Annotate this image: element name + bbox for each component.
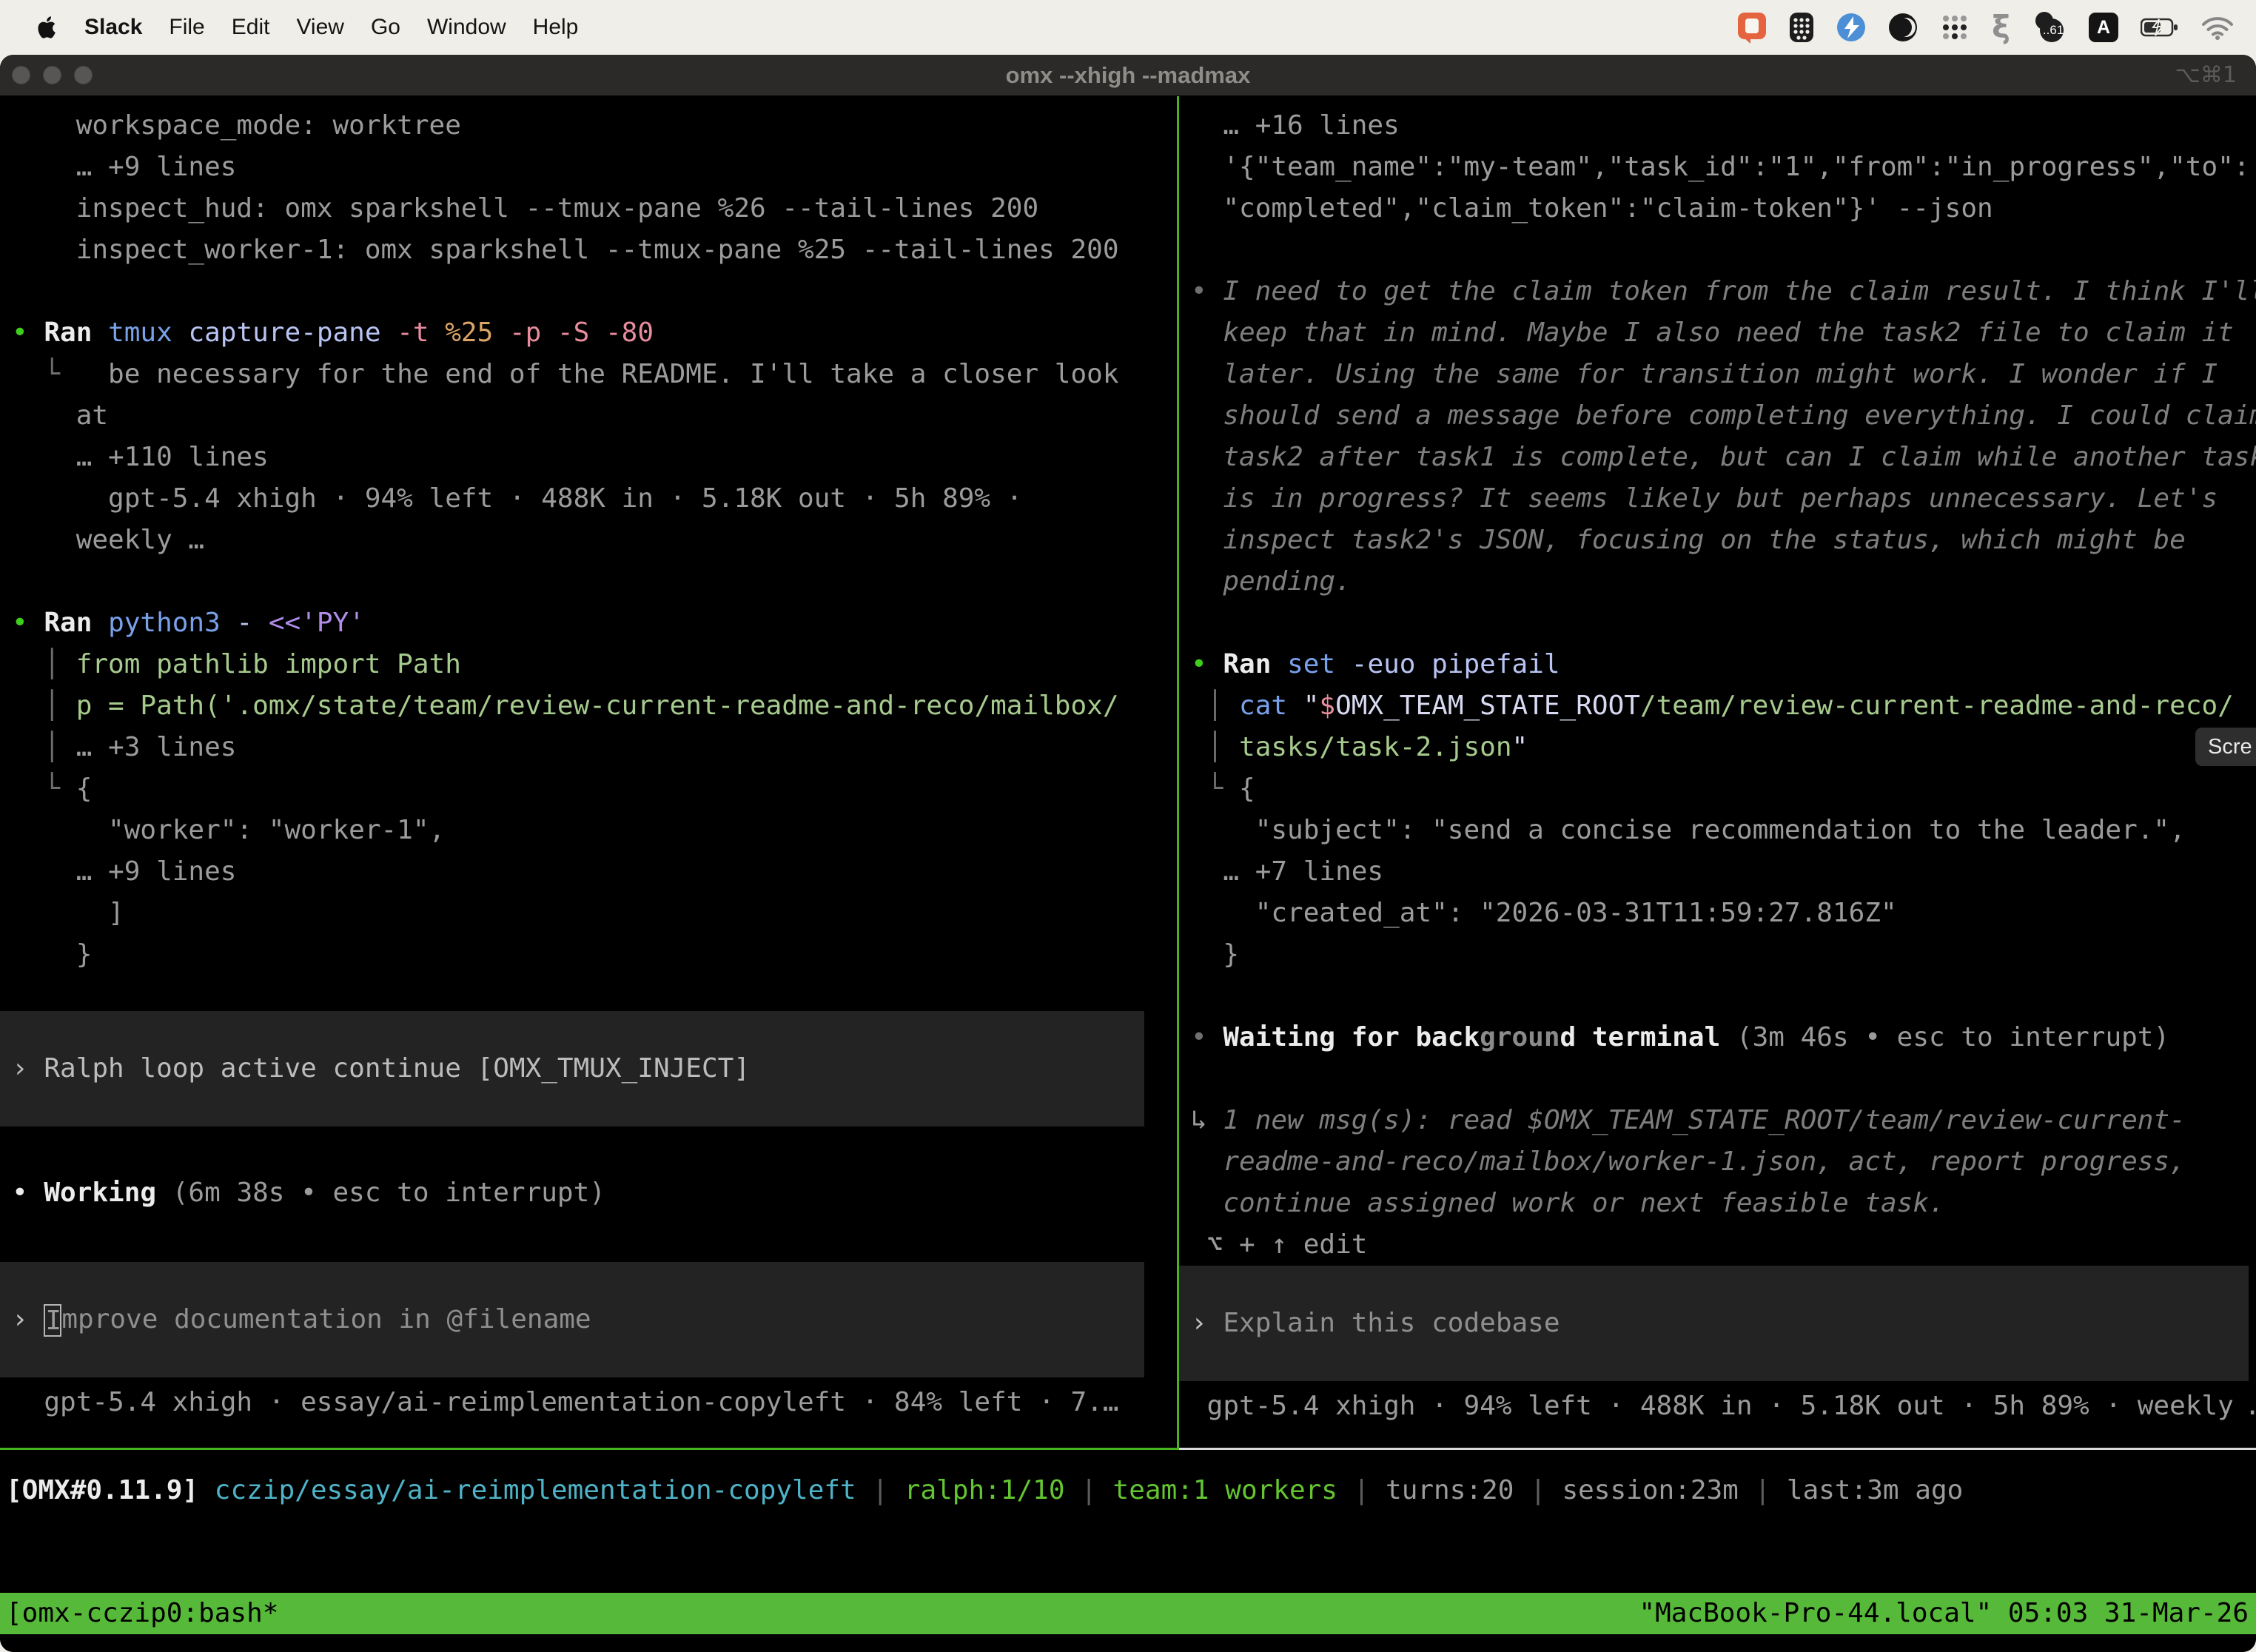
terminal-line: ]	[12, 893, 1177, 934]
tmux-host-time: "MacBook-Pro-44.local" 05:03 31-Mar-26	[1639, 1593, 2249, 1634]
omx-status-line: [OMX#0.11.9] cczip/essay/ai-reimplementa…	[0, 1470, 2256, 1511]
terminal-line: should send a message before completing …	[1191, 395, 2256, 437]
terminal-line: '{"team_name":"my-team","task_id":"1","f…	[1191, 147, 2256, 188]
terminal-line: inspect task2's JSON, focusing on the st…	[1191, 520, 2256, 561]
menu-item-view[interactable]: View	[296, 15, 343, 40]
app-menus: Slack File Edit View Go Window Help	[84, 15, 578, 40]
working-status-line: • Working (6m 38s • esc to interrupt)	[12, 1172, 1177, 1214]
left-pane-bottom-border	[0, 1448, 1177, 1450]
screen-tooltip: Scre	[2195, 728, 2256, 766]
ran-python-command-line: • Ran python3 - <<'PY'	[12, 602, 1177, 644]
window-title: omx --xhigh --madmax	[0, 62, 2256, 89]
terminal-line: pending.	[1191, 561, 2256, 602]
terminal-line: "worker": "worker-1",	[12, 810, 1177, 851]
tmux-status-bar: [omx-cczip0:bash* "MacBook-Pro-44.local"…	[0, 1593, 2256, 1634]
wifi-icon[interactable]	[2201, 15, 2234, 40]
terminal-line: │ tasks/task-2.json"	[1191, 727, 2256, 768]
terminal-line: │ from pathlib import Path	[12, 644, 1177, 685]
terminal-line: }	[1191, 934, 2256, 976]
terminal-line: │ cat "$OMX_TEAM_STATE_ROOT/team/review-…	[1191, 685, 2256, 727]
dragon-icon[interactable]: ξ	[1992, 12, 2010, 43]
terminal-line: later. Using the same for transition mig…	[1191, 354, 2256, 395]
right-pane-bottom-border	[1179, 1448, 2256, 1450]
thinking-text: • I need to get the claim token from the…	[1191, 271, 2256, 312]
terminal-line: readme-and-reco/mailbox/worker-1.json, a…	[1191, 1141, 2256, 1183]
terminal-line	[1191, 602, 2256, 644]
right-terminal-pane: … +16 lines '{"team_name":"my-team","tas…	[1179, 96, 2256, 1448]
waiting-status-line: • Waiting for background terminal (3m 46…	[1191, 1017, 2256, 1058]
terminal-line: "completed","claim_token":"claim-token"}…	[1191, 188, 2256, 229]
terminal-line: weekly …	[12, 520, 1177, 561]
moon-circle-icon[interactable]	[1888, 13, 1918, 42]
terminal-line: }	[12, 934, 1177, 976]
terminal-line: … +16 lines	[1191, 105, 2256, 147]
window-title-bar[interactable]: omx --xhigh --madmax ⌥⌘1	[0, 55, 2256, 96]
menu-bar: Slack File Edit View Go Window Help ξ ..61 A	[0, 0, 2256, 55]
dots-grid-icon[interactable]	[1940, 13, 1970, 42]
menu-item-go[interactable]: Go	[371, 15, 400, 40]
menu-bar-status-icons: ξ ..61 A	[1737, 10, 2234, 44]
terminal-line	[12, 561, 1177, 602]
input-source-icon[interactable]: A	[2089, 13, 2118, 42]
menu-item-help[interactable]: Help	[533, 15, 579, 40]
terminal-line	[1191, 976, 2256, 1017]
screen-recording-icon[interactable]	[1737, 10, 1767, 44]
terminal-line: continue assigned work or next feasible …	[1191, 1183, 2256, 1224]
terminal-line: … +9 lines	[12, 147, 1177, 188]
tmux-window-tab[interactable]: [omx-cczip0:bash*	[6, 1593, 278, 1634]
ran-tmux-command-line: • Ran tmux capture-pane -t %25 -p -S -80	[12, 312, 1177, 354]
terminal-line: inspect_hud: omx sparkshell --tmux-pane …	[12, 188, 1177, 229]
terminal-line	[1191, 1058, 2256, 1100]
menu-item-file[interactable]: File	[169, 15, 204, 40]
ralph-loop-message: › Ralph loop active continue [OMX_TMUX_I…	[12, 1048, 1144, 1089]
window-shortcut-hint: ⌥⌘1	[2175, 62, 2237, 88]
terminal-line	[12, 271, 1177, 312]
terminal-window: omx --xhigh --madmax ⌥⌘1 workspace_mode:…	[0, 55, 2256, 1652]
battery-icon[interactable]	[2141, 18, 2179, 37]
ran-set-command-line: • Ran set -euo pipefail	[1191, 644, 2256, 685]
menu-item-window[interactable]: Window	[427, 15, 506, 40]
terminal-line: … +7 lines	[1191, 851, 2256, 893]
terminal-line: … +9 lines	[12, 851, 1177, 893]
keypad-shield-icon[interactable]	[1789, 12, 1814, 43]
terminal-line: gpt-5.4 xhigh · 94% left · 488K in · 5.1…	[12, 478, 1177, 520]
terminal-line: │ … +3 lines	[12, 727, 1177, 768]
terminal-line: "subject": "send a concise recommendatio…	[1191, 810, 2256, 851]
apple-menu-icon[interactable]	[37, 16, 56, 38]
prompt-input-right[interactable]: › Explain this codebase	[1191, 1303, 2249, 1344]
prompt-input-left[interactable]: › Improve documentation in @filename	[12, 1299, 1144, 1340]
left-terminal-pane: workspace_mode: worktree … +9 lines insp…	[0, 96, 1177, 1448]
terminal-content: workspace_mode: worktree … +9 lines insp…	[0, 96, 2256, 1652]
input-source-icon-label: A	[2097, 17, 2110, 38]
menu-item-edit[interactable]: Edit	[232, 15, 270, 40]
terminal-line: "created_at": "2026-03-31T11:59:27.816Z"	[1191, 893, 2256, 934]
terminal-line: workspace_mode: worktree	[12, 105, 1177, 147]
menu-item-slack[interactable]: Slack	[84, 15, 142, 40]
terminal-line: inspect_worker-1: omx sparkshell --tmux-…	[12, 229, 1177, 271]
model-status-line-right: gpt-5.4 xhigh · 94% left · 488K in · 5.1…	[1191, 1386, 2256, 1427]
terminal-line: │ p = Path('.omx/state/team/review-curre…	[12, 685, 1177, 727]
badge-61-icon-label: ..61	[2043, 23, 2064, 38]
terminal-line: └ be necessary for the end of the README…	[12, 354, 1177, 395]
terminal-line: └ {	[12, 768, 1177, 810]
terminal-line: at	[12, 395, 1177, 437]
terminal-line: ↳ 1 new msg(s): read $OMX_TEAM_STATE_ROO…	[1191, 1100, 2256, 1141]
terminal-line: is in progress? It seems likely but perh…	[1191, 478, 2256, 520]
terminal-line: keep that in mind. Maybe I also need the…	[1191, 312, 2256, 354]
terminal-line: └ {	[1191, 768, 2256, 810]
terminal-line: task2 after task1 is complete, but can I…	[1191, 437, 2256, 478]
badge-61-icon[interactable]: ..61	[2032, 11, 2067, 44]
terminal-line	[1191, 229, 2256, 271]
bolt-circle-icon[interactable]	[1836, 13, 1866, 42]
terminal-line: ⌥ + ↑ edit	[1191, 1224, 2256, 1266]
terminal-line: … +110 lines	[12, 437, 1177, 478]
model-status-line-left: gpt-5.4 xhigh · essay/ai-reimplementatio…	[12, 1382, 1177, 1423]
